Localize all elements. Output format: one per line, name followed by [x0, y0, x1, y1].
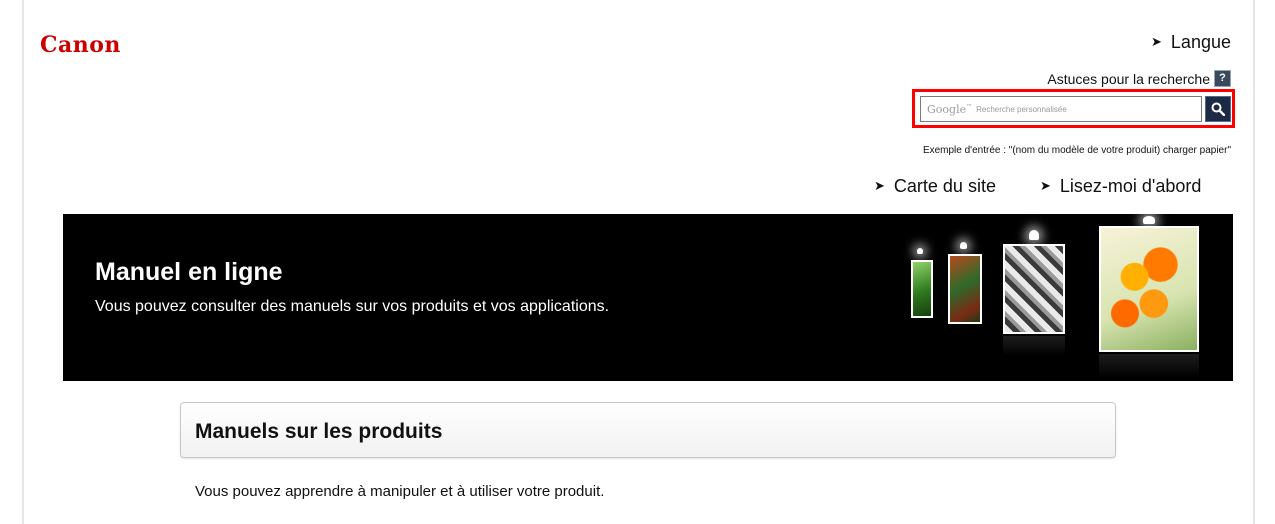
arrow-right-icon: ➤	[1040, 178, 1051, 193]
google-logo: Google™	[927, 102, 973, 116]
spotlight-icon	[960, 242, 967, 249]
language-link[interactable]: ➤ Langue	[1151, 32, 1231, 53]
banner-photo-flowers	[1099, 226, 1199, 352]
arrow-right-icon: ➤	[874, 178, 885, 193]
magnifier-icon	[1211, 102, 1225, 116]
search-tips-label: Astuces pour la recherche	[1047, 70, 1210, 87]
arrow-right-icon: ➤	[1151, 34, 1162, 49]
banner-photo-building	[1003, 244, 1065, 334]
banner-photo-leaf	[911, 260, 933, 318]
hero-banner: Manuel en ligne Vous pouvez consulter de…	[63, 214, 1233, 381]
readme-link-label: Lisez-moi d'abord	[1059, 176, 1202, 196]
readme-link[interactable]: ➤ Lisez-moi d'abord	[1040, 176, 1201, 197]
spotlight-icon	[1029, 230, 1039, 240]
section-description: Vous pouvez apprendre à manipuler et à u…	[195, 483, 605, 500]
banner-photo-autumn	[948, 254, 982, 324]
spotlight-icon	[917, 248, 923, 254]
canon-logo[interactable]: Canon	[40, 32, 121, 58]
search-button[interactable]	[1205, 96, 1231, 122]
photo-reflection	[1099, 354, 1199, 378]
question-icon[interactable]: ?	[1214, 70, 1231, 87]
banner-title: Manuel en ligne	[95, 258, 283, 286]
spotlight-icon	[1143, 216, 1155, 224]
language-link-label: Langue	[1170, 32, 1231, 52]
banner-subtitle: Vous pouvez consulter des manuels sur vo…	[95, 298, 610, 315]
search-tips-link[interactable]: Astuces pour la recherche ?	[1047, 70, 1231, 87]
search-input[interactable]: Google™ Recherche personnalisée	[920, 96, 1202, 122]
sitemap-link-label: Carte du site	[893, 176, 996, 196]
page-border-right	[1253, 0, 1255, 524]
search-example-text: Exemple d'entrée : "(nom du modèle de vo…	[922, 145, 1231, 156]
photo-reflection	[1003, 336, 1065, 356]
product-manuals-header[interactable]: Manuels sur les produits	[180, 402, 1116, 458]
search-placeholder: Recherche personnalisée	[976, 104, 1067, 114]
sitemap-link[interactable]: ➤ Carte du site	[874, 176, 996, 197]
page-border-left	[22, 0, 24, 524]
section-title: Manuels sur les produits	[195, 420, 443, 443]
